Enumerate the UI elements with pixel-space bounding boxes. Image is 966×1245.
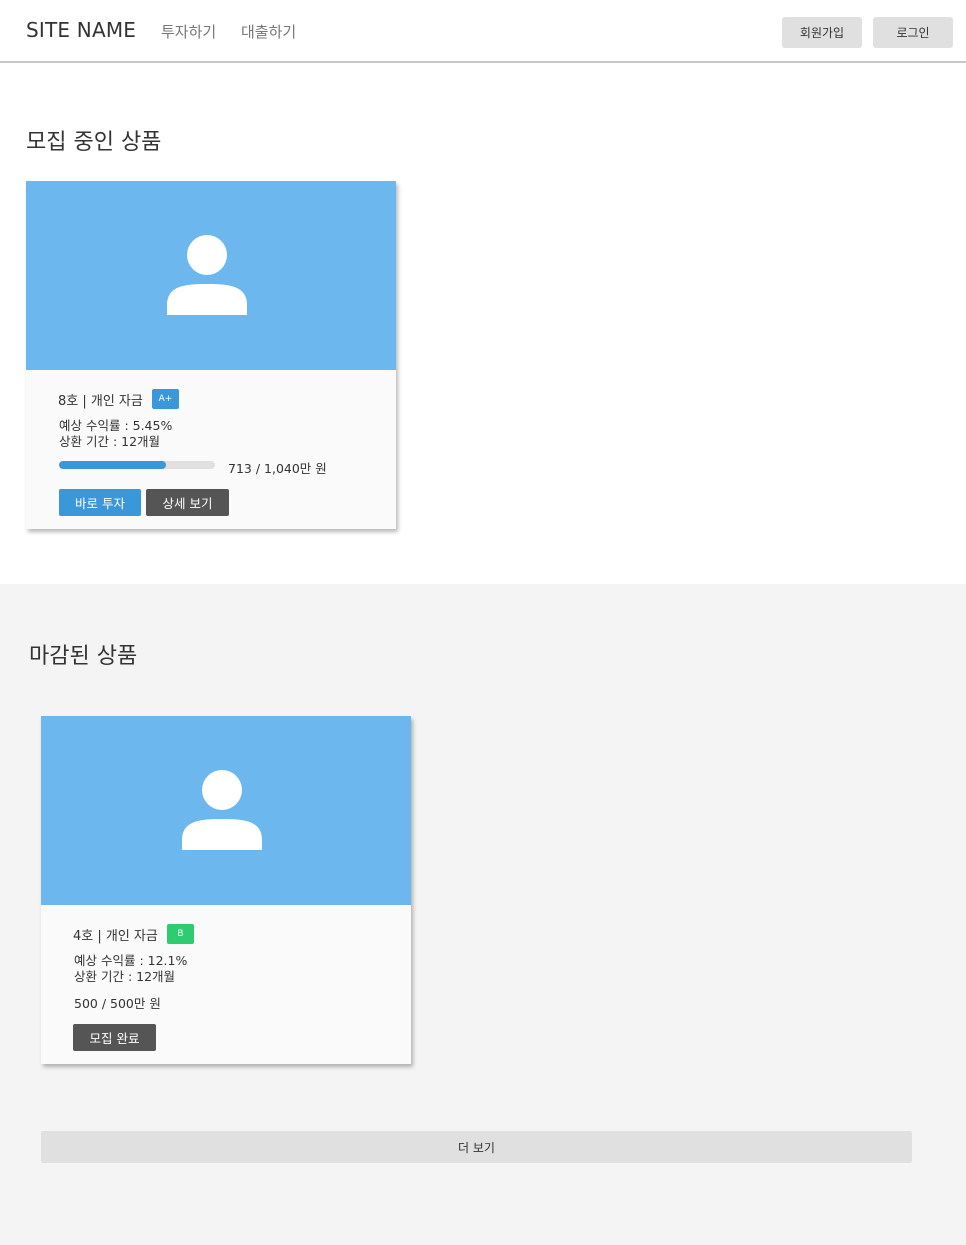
repayment-term: 상환 기간 : 12개월 bbox=[74, 969, 176, 984]
site-name[interactable]: SITE NAME bbox=[26, 18, 136, 42]
product-card-closed[interactable]: 4호 | 개인 자금 B 예상 수익률 : 12.1% 상환 기간 : 12개월… bbox=[41, 716, 411, 1064]
grade-badge: A+ bbox=[152, 389, 179, 409]
grade-badge: B bbox=[167, 924, 194, 944]
product-title: 8호 | 개인 자금 bbox=[58, 394, 143, 409]
top-header: SITE NAME 투자하기 대출하기 회원가입 로그인 bbox=[0, 0, 966, 63]
nav-invest[interactable]: 투자하기 bbox=[161, 21, 216, 42]
funding-progress-fill bbox=[59, 461, 167, 469]
product-card-open[interactable]: 8호 | 개인 자금 A+ 예상 수익률 : 5.45% 상환 기간 : 12개… bbox=[26, 181, 396, 529]
nav-loan[interactable]: 대출하기 bbox=[241, 21, 296, 42]
funding-complete-button[interactable]: 모집 완료 bbox=[73, 1024, 156, 1051]
funding-progress-bar bbox=[59, 461, 215, 469]
closed-products-title: 마감된 상품 bbox=[29, 644, 138, 669]
product-title: 4호 | 개인 자금 bbox=[73, 929, 158, 944]
invest-now-button[interactable]: 바로 투자 bbox=[59, 489, 141, 516]
user-avatar-icon bbox=[167, 235, 247, 315]
load-more-button[interactable]: 더 보기 bbox=[41, 1131, 912, 1163]
view-detail-button[interactable]: 상세 보기 bbox=[146, 489, 229, 516]
product-image bbox=[41, 716, 411, 905]
product-image bbox=[26, 181, 396, 370]
repayment-term: 상환 기간 : 12개월 bbox=[59, 434, 161, 449]
login-button[interactable]: 로그인 bbox=[873, 17, 953, 48]
signup-button[interactable]: 회원가입 bbox=[782, 17, 862, 48]
funding-progress-text: 713 / 1,040만 원 bbox=[228, 461, 327, 476]
user-avatar-icon bbox=[182, 770, 262, 850]
open-products-title: 모집 중인 상품 bbox=[26, 130, 162, 155]
funding-amount-text: 500 / 500만 원 bbox=[74, 996, 161, 1011]
